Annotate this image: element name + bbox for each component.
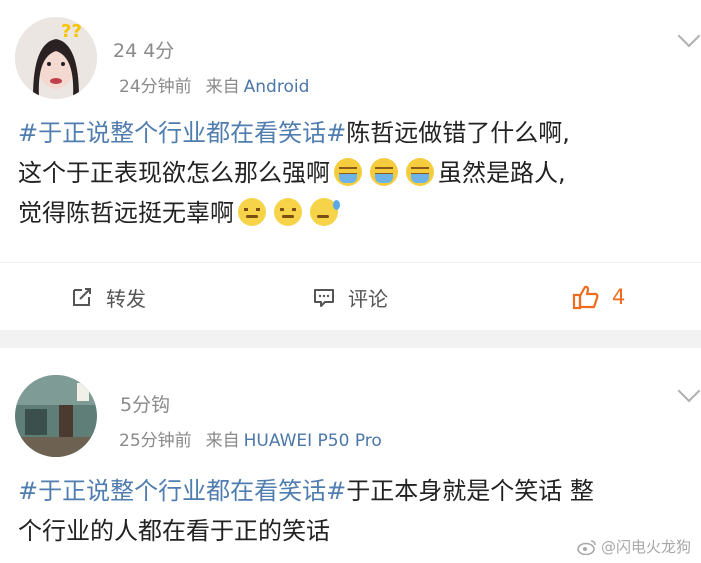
like-count: 4 (612, 285, 626, 309)
post-line-2: 这个于正表现欲怎么那么强啊 虽然是路人, (18, 153, 570, 193)
avatar-image (15, 375, 97, 457)
post-line-3: 觉得陈哲远挺无辜啊 (18, 193, 570, 233)
post-body: #于正说整个行业都在看笑话#于正本身就是个笑话 整 个行业的人都在看于正的笑话 (18, 471, 594, 551)
source-prefix: 来自 (205, 431, 240, 451)
hashtag-link[interactable]: #于正说整个行业都在看笑话# (18, 477, 346, 505)
username[interactable]: 5分钩 (120, 390, 170, 417)
source-device[interactable]: HUAWEI P50 Pro (244, 431, 382, 451)
post-time: 25分钟前 (119, 431, 192, 451)
comment-label: 评论 (348, 286, 388, 311)
crying-emoji-icon (334, 158, 362, 186)
sweat-emoji-icon (310, 198, 340, 226)
watermark: @闪电火龙狗 (577, 536, 691, 557)
post-text: 虽然是路人, (438, 159, 566, 187)
source-prefix: 来自 (205, 77, 240, 97)
crying-emoji-icon (406, 158, 434, 186)
source-device[interactable]: Android (244, 77, 310, 97)
post-line-2: 个行业的人都在看于正的笑话 (18, 511, 594, 551)
hashtag-link[interactable]: #于正说整个行业都在看笑话# (18, 119, 346, 147)
watermark-text: @闪电火龙狗 (600, 538, 691, 556)
repost-icon (73, 288, 91, 306)
speechless-emoji-icon (238, 198, 266, 226)
post-text: 觉得陈哲远挺无辜啊 (18, 199, 234, 227)
speechless-emoji-icon (274, 198, 302, 226)
post-card-1: ?? 24 4分 24分钟前 来自 Android #于正说整个行业都在看笑话#陈哲… (0, 0, 701, 330)
post-line-1: #于正说整个行业都在看笑话#陈哲远做错了什么啊, (18, 113, 570, 153)
post-line-1: #于正说整个行业都在看笑话#于正本身就是个笑话 整 (18, 471, 594, 511)
chevron-down-icon[interactable] (677, 24, 701, 48)
comment-button[interactable]: 评论 (312, 263, 388, 331)
post-meta: 25分钟前 来自 HUAWEI P50 Pro (119, 426, 382, 451)
svg-text:??: ?? (61, 21, 82, 42)
action-bar: 转发 评论 4 (0, 262, 701, 331)
avatar[interactable]: ?? (15, 17, 97, 99)
username[interactable]: 24 4分 (113, 36, 174, 63)
weibo-icon (577, 539, 596, 555)
post-text: 个行业的人都在看于正的笑话 (18, 517, 330, 545)
post-separator (0, 330, 701, 348)
repost-label: 转发 (106, 286, 146, 311)
post-time: 24分钟前 (119, 77, 192, 97)
like-button[interactable]: 4 (572, 263, 625, 331)
post-text: 陈哲远做错了什么啊, (346, 119, 570, 147)
post-body: #于正说整个行业都在看笑话#陈哲远做错了什么啊, 这个于正表现欲怎么那么强啊 虽然… (18, 113, 570, 233)
post-text: 于正本身就是个笑话 整 (346, 477, 594, 505)
post-text: 这个于正表现欲怎么那么强啊 (18, 159, 330, 187)
avatar[interactable] (15, 375, 97, 457)
crying-emoji-icon (370, 158, 398, 186)
post-meta: 24分钟前 来自 Android (119, 72, 309, 97)
comment-icon (314, 289, 334, 307)
repost-button[interactable]: 转发 (70, 263, 146, 331)
like-icon (572, 285, 599, 310)
avatar-image: ?? (15, 17, 97, 99)
